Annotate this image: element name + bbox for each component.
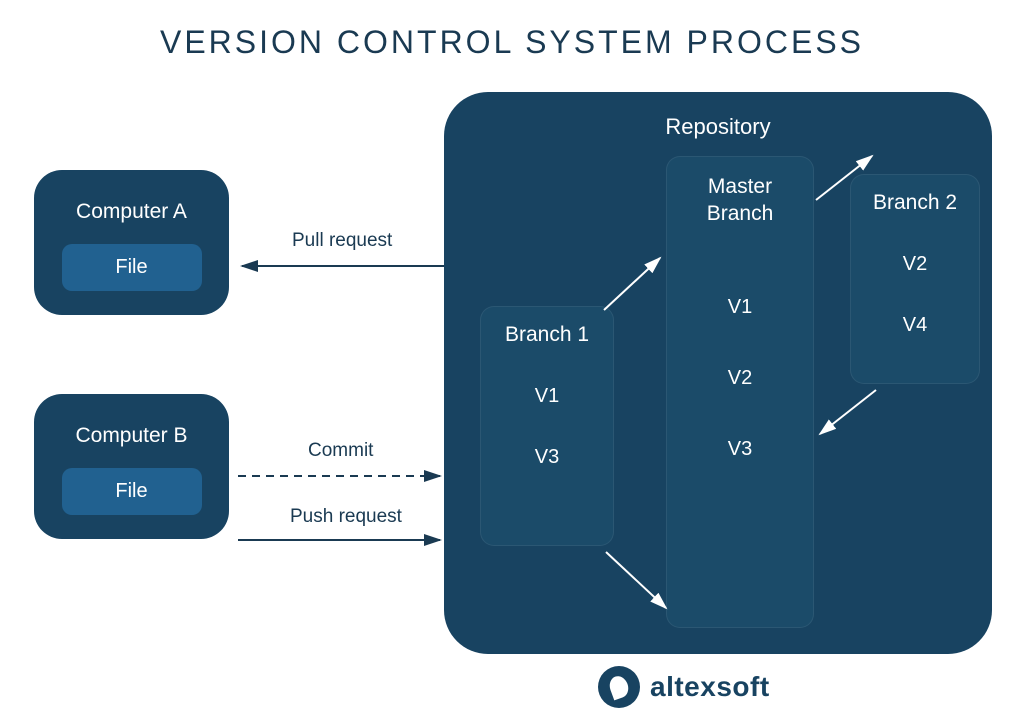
push-request-label: Push request: [290, 506, 402, 528]
computer-a-file: File: [62, 244, 202, 291]
computer-b-file: File: [62, 468, 202, 515]
computer-a-label: Computer A: [34, 200, 229, 224]
altexsoft-logo-icon: [598, 666, 640, 708]
master-v1: V1: [667, 296, 813, 319]
master-branch-title: Master Branch: [667, 173, 813, 228]
repository-title: Repository: [444, 114, 992, 140]
branch1-box: Branch 1 V1 V3: [480, 306, 614, 546]
master-branch-box: Master Branch V1 V2 V3: [666, 156, 814, 628]
repository-box: Repository Branch 1 V1 V3 Master Branch …: [444, 92, 992, 654]
branch1-v1: V1: [481, 385, 613, 408]
altexsoft-logo-text: altexsoft: [650, 671, 770, 703]
master-v2: V2: [667, 367, 813, 390]
branch1-v3: V3: [481, 446, 613, 469]
branch2-box: Branch 2 V2 V4: [850, 174, 980, 384]
pull-request-label: Pull request: [292, 230, 392, 252]
branch2-v2: V2: [851, 253, 979, 276]
computer-b-label: Computer B: [34, 424, 229, 448]
branch2-title: Branch 2: [851, 191, 979, 215]
branch1-title: Branch 1: [481, 323, 613, 347]
computer-a-box: Computer A File: [34, 170, 229, 315]
altexsoft-logo: altexsoft: [598, 666, 770, 708]
computer-b-box: Computer B File: [34, 394, 229, 539]
master-v3: V3: [667, 438, 813, 461]
diagram-title: VERSION CONTROL SYSTEM PROCESS: [0, 24, 1024, 61]
commit-label: Commit: [308, 440, 373, 462]
branch2-v4: V4: [851, 314, 979, 337]
